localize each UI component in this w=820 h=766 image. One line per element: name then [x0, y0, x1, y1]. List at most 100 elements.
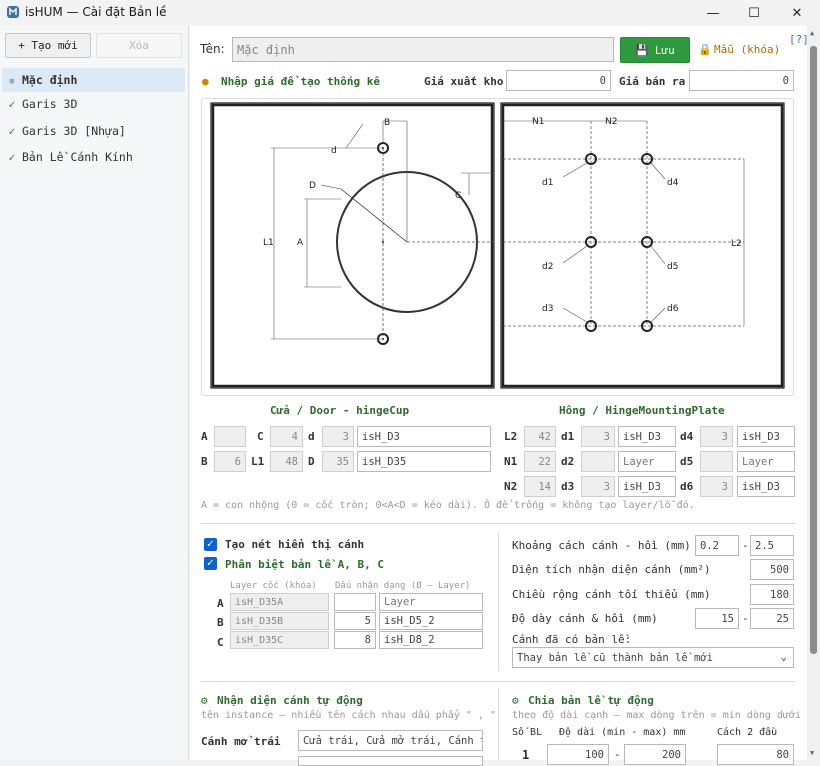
coin-icon: ●	[202, 75, 209, 88]
diagram-label-d3: d3	[542, 304, 553, 314]
scrollbar[interactable]: ▲ ▼	[807, 26, 820, 760]
col-mark-header: Dấu nhận dạng (Ø — Layer)	[335, 581, 471, 591]
split-max-input[interactable]: 200	[624, 744, 686, 765]
sale-input[interactable]: 0	[689, 70, 794, 91]
scroll-up-icon[interactable]: ▲	[810, 29, 814, 37]
split-min-input[interactable]: 100	[547, 744, 609, 765]
cost-input[interactable]: 0	[506, 70, 611, 91]
layer-a-input[interactable]: isH_D35A	[230, 593, 329, 611]
mark-a-input[interactable]	[334, 593, 376, 611]
door-l1-input[interactable]: 48	[270, 451, 303, 472]
gap-label: Khoảng cách cánh - hồi (mm)	[512, 539, 691, 552]
show-edges-checkbox[interactable]: ✓	[204, 538, 217, 551]
diagram-label-d5: d5	[667, 262, 678, 272]
price-hint: Nhập giá để tạo thống kê	[221, 75, 380, 88]
door-a-input[interactable]	[214, 426, 246, 447]
door-b-input[interactable]: 6	[214, 451, 246, 472]
plate-l2-input[interactable]: 42	[524, 426, 556, 447]
scrollbar-thumb[interactable]	[810, 46, 817, 654]
distinguish-checkbox[interactable]: ✓	[204, 557, 217, 570]
plate-d3-layer-input[interactable]: isH_D3	[618, 476, 676, 497]
lock-label: Mẫu (khóa)	[714, 43, 781, 56]
width-input[interactable]: 180	[750, 584, 794, 605]
plate-n2-input[interactable]: 14	[524, 476, 556, 497]
gear-icon: ⚙	[201, 694, 208, 707]
save-icon: 💾	[635, 43, 649, 57]
plate-d1-input[interactable]: 3	[581, 426, 615, 447]
existing-label: Cánh đã có bản lề:	[512, 633, 632, 646]
sidebar-item-garis-3d-nhua[interactable]: ✓ Garis 3D [Nhựa]	[2, 119, 185, 143]
save-button[interactable]: 💾 Lưu	[620, 37, 690, 63]
plate-d4-input[interactable]: 3	[700, 426, 733, 447]
thickness-max-input[interactable]: 25	[750, 608, 794, 629]
plate-d6-input[interactable]: 3	[700, 476, 733, 497]
plate-d2-input[interactable]	[581, 451, 615, 472]
sidebar-item-garis-3d[interactable]: ✓ Garis 3D	[2, 92, 185, 116]
col-offset-header: Cách 2 đầu	[717, 727, 778, 738]
title-bar: isHUM — Cài đặt Bản lề — ☐ ✕	[0, 0, 820, 26]
minimize-icon[interactable]: —	[690, 0, 736, 26]
plate-d6-layer-input[interactable]: isH_D3	[737, 476, 795, 497]
mark-c-input[interactable]: 8	[334, 631, 376, 649]
mark-c-layer-input[interactable]: isH_D8_2	[379, 631, 483, 649]
thickness-label: Độ dày cánh & hồi (mm)	[512, 612, 658, 625]
col-count-header: Số BL	[512, 727, 543, 738]
name-label: Tên:	[200, 42, 225, 56]
diagram-label-n2: N2	[605, 117, 617, 127]
maximize-icon[interactable]: ☐	[731, 0, 777, 26]
app-icon	[7, 6, 19, 18]
door-d-input[interactable]: 3	[322, 426, 354, 447]
plate-d3-input[interactable]: 3	[581, 476, 615, 497]
divider	[201, 523, 796, 524]
delete-button[interactable]: Xóa	[96, 33, 182, 58]
sidebar: + Tạo mới Xóa ▪ Mặc định ✓ Garis 3D ✓ Garis…	[0, 26, 189, 760]
layer-b-input[interactable]: isH_D35B	[230, 612, 329, 630]
area-input[interactable]: 500	[750, 559, 794, 580]
sidebar-item-default[interactable]: ▪ Mặc định	[2, 68, 185, 92]
name-input[interactable]: Mặc định	[232, 37, 614, 62]
col-length-header: Độ dài (min - max) mm	[559, 727, 686, 738]
diagram-label-d6: d6	[667, 304, 679, 314]
mark-b-layer-input[interactable]: isH_D5_2	[379, 612, 483, 630]
door-D-layer-input[interactable]: isH_D35	[357, 451, 491, 472]
split-offset-input[interactable]: 80	[717, 744, 794, 765]
left-door-label: Cánh mở trái	[201, 735, 281, 748]
door-d-layer-input[interactable]: isH_D3	[357, 426, 491, 447]
mark-b-input[interactable]: 5	[334, 612, 376, 630]
mark-a-layer-input[interactable]: Layer	[379, 593, 483, 611]
width-label: Chiều rộng cánh tối thiểu (mm)	[512, 588, 711, 601]
divider	[498, 533, 499, 671]
scroll-down-icon[interactable]: ▼	[810, 749, 814, 757]
diagram-label-l2: L2	[731, 239, 742, 249]
plate-d2-layer-input[interactable]: Layer	[618, 451, 676, 472]
plate-d5-input[interactable]	[700, 451, 733, 472]
thickness-min-input[interactable]: 15	[695, 608, 739, 629]
sale-label: Giá bán ra	[619, 75, 686, 88]
layer-c-input[interactable]: isH_D35C	[230, 631, 329, 649]
auto-split-title: Chia bản lề tự động	[528, 694, 654, 707]
diagram-label-d1: d1	[542, 178, 553, 188]
add-button[interactable]: + Tạo mới	[5, 33, 91, 58]
door-c-input[interactable]: 4	[270, 426, 303, 447]
diagram-label-d4: d4	[667, 178, 679, 188]
show-edges-label: Tạo nét hiển thị cánh	[225, 538, 365, 551]
plate-d1-layer-input[interactable]: isH_D3	[618, 426, 676, 447]
plate-d5-layer-input[interactable]: Layer	[737, 451, 795, 472]
plate-diagram: N1 N2 d1 d4 d2 d5 d3 d6 L2	[500, 102, 785, 389]
diagram-label-d: d	[331, 146, 337, 156]
left-door-input[interactable]: Cửa trái, Cửa mở trái, Cánh t	[298, 730, 483, 751]
right-door-input[interactable]	[298, 756, 483, 766]
gear-icon: ⚙	[512, 694, 519, 707]
help-link[interactable]: [?]	[789, 33, 809, 46]
auto-detect-title: Nhận diện cánh tự động	[217, 694, 363, 707]
gap-min-input[interactable]: 0.2	[695, 535, 739, 556]
existing-select[interactable]: Thay bản lề cũ thành bản lề mới ⌄	[512, 647, 794, 668]
door-D-input[interactable]: 35	[322, 451, 354, 472]
chevron-down-icon: ⌄	[780, 650, 787, 663]
gap-max-input[interactable]: 2.5	[750, 535, 794, 556]
sidebar-item-ban-le-canh-kinh[interactable]: ✓ Bản Lề Cánh Kính	[2, 145, 185, 169]
plate-d4-layer-input[interactable]: isH_D3	[737, 426, 795, 447]
diagram-label-D: D	[309, 181, 316, 191]
plate-n1-input[interactable]: 22	[524, 451, 556, 472]
close-icon[interactable]: ✕	[774, 0, 820, 26]
